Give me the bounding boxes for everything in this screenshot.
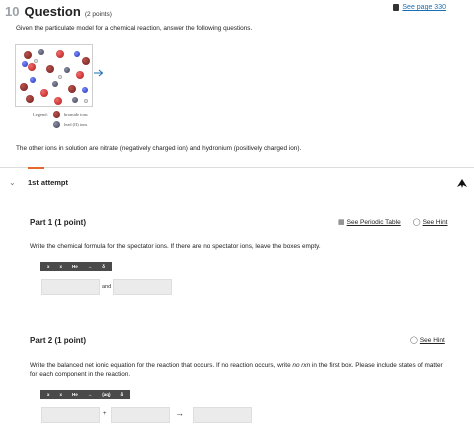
part2-instruction-a: Write the balanced net ionic equation fo… [30,362,293,369]
bromide-particle [68,85,76,93]
part2-title: Part 2 (1 point) [30,336,87,345]
reaction-arrow: → [175,408,184,418]
delta-button[interactable]: δ [116,392,129,397]
attempt-accent-bar [28,167,44,169]
reactant-input-2[interactable] [111,407,170,423]
water-particle [34,59,38,63]
superscript-button[interactable]: x [55,392,68,397]
question-title: Question [24,4,81,19]
no-rxn-text: no rxn [292,362,311,369]
part1-instruction: Write the chemical formula for the spect… [30,243,321,250]
legend-label: Legend: [33,111,48,117]
bromide-particle [20,83,28,91]
lightbulb-icon: ◯ [410,337,418,344]
part1-title: Part 1 (1 point) [30,218,87,227]
legend-lead: lead (II) ions [64,121,88,127]
periodic-table-link[interactable]: See Periodic Table [347,219,401,226]
attempt-header[interactable]: ⌄ 1st attempt [0,176,474,190]
plus-sign: + [103,411,107,417]
bromide-particle [46,65,54,73]
right-arrow-icon [94,69,104,77]
nitrate-particle [30,77,36,83]
subscript-button[interactable]: x [42,392,55,397]
legend-bromide: bromide ions [64,111,88,117]
nitrate-particle [74,51,80,57]
bar-chart-icon: ▦ [338,219,345,226]
element-button[interactable]: He [67,392,83,397]
arrow-button[interactable]: → [83,392,98,397]
product-input[interactable] [193,407,252,423]
lead-particle [72,97,78,103]
part2-links: ◯ See Hint [410,336,445,345]
question-header: 10 Question (2 points) [5,4,112,22]
spectator-ion-input-1[interactable] [41,279,100,295]
bromide-particle [26,95,34,103]
legend-row-bromide: Legend: bromide ions [33,109,88,119]
subscript-button[interactable]: x [42,264,55,269]
spectator-ion-input-2[interactable] [113,279,172,295]
lead-swatch [53,120,60,128]
see-page-label: See page 330 [402,4,446,11]
and-label: and [102,284,112,290]
legend-row-lead: lead (II) ions [33,119,88,129]
question-points: (2 points) [84,11,112,18]
part1-format-toolbar: x x He → δ [40,262,113,271]
question-number: 10 [5,4,20,19]
hydronium-particle [54,97,62,105]
element-button[interactable]: He [67,264,83,269]
lead-particle [64,67,70,73]
see-page-link[interactable]: See page 330 [393,4,446,11]
lightbulb-icon: ◯ [412,219,421,226]
part1-hint-link[interactable]: See Hint [423,219,448,226]
other-ions-text: The other ions in solution are nitrate (… [16,145,302,152]
particulate-model-image [15,44,93,107]
hydronium-particle [28,63,36,71]
nitrate-particle [22,61,28,67]
attempt-label: 1st attempt [28,178,69,187]
reactant-input-1[interactable] [41,407,100,423]
part2-hint-link[interactable]: See Hint [420,337,445,344]
nitrate-particle [82,87,88,93]
question-prompt: Given the particulate model for a chemic… [16,25,253,32]
bromide-particle [24,51,32,59]
hydronium-particle [56,50,64,58]
delta-button[interactable]: δ [97,264,110,269]
divider [0,167,474,168]
aqueous-button[interactable]: (aq) [97,392,115,397]
part1-links: ▦ See Periodic Table ◯ See Hint [338,218,448,227]
chevron-down-icon[interactable]: ⌄ [9,178,16,187]
lead-particle [52,81,58,87]
model-legend: Legend: bromide ions lead (II) ions [33,109,88,129]
part2-instruction: Write the balanced net ionic equation fo… [30,361,445,379]
arrow-button[interactable]: → [83,264,98,269]
hydronium-particle [40,89,48,97]
water-particle [84,99,88,103]
part2-format-toolbar: x x He → (aq) δ [40,390,131,399]
bromide-particle [82,57,90,65]
book-icon [393,4,400,11]
lead-particle [38,49,44,55]
water-particle [58,75,62,79]
cursor-pointer-icon [457,179,467,188]
bromide-swatch [53,110,60,118]
superscript-button[interactable]: x [55,264,68,269]
hydronium-particle [76,71,84,79]
